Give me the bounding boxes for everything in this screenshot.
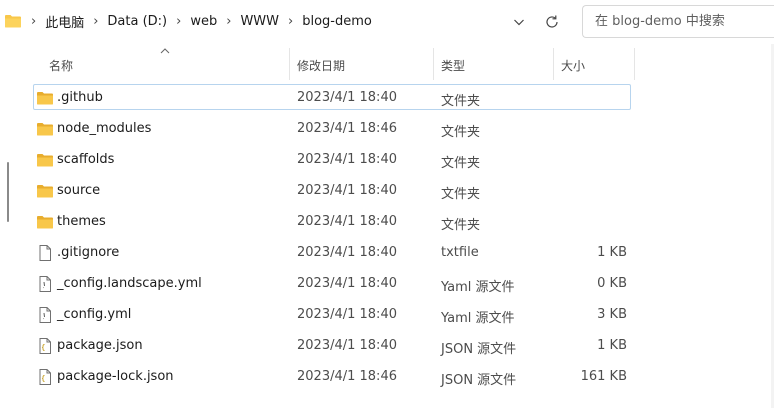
json-file-icon [39, 338, 51, 354]
column-header-type[interactable]: 类型 [441, 44, 465, 86]
file-row[interactable]: source 2023/4/1 18:40 文件夹 [33, 177, 631, 203]
yaml-file-icon [39, 307, 51, 323]
file-type: Yaml 源文件 [441, 311, 515, 326]
file-row[interactable]: _config.yml 2023/4/1 18:40 Yaml 源文件 3 KB [33, 301, 631, 327]
file-name: .github [57, 90, 103, 105]
file-date: 2023/4/1 18:40 [297, 152, 397, 167]
breadcrumb: › 此电脑 › Data (D:) › web › WWW › blog-dem… [22, 4, 372, 39]
file-type: 文件夹 [441, 94, 481, 109]
file-name: node_modules [57, 121, 152, 136]
search-box[interactable] [582, 5, 774, 38]
file-date: 2023/4/1 18:40 [297, 307, 397, 322]
folder-icon [37, 92, 53, 105]
file-date: 2023/4/1 18:40 [297, 214, 397, 229]
file-type: Yaml 源文件 [441, 280, 515, 295]
file-row[interactable]: node_modules 2023/4/1 18:46 文件夹 [33, 115, 631, 141]
navigation-bar: › 此电脑 › Data (D:) › web › WWW › blog-dem… [0, 0, 774, 44]
file-icon [39, 245, 51, 261]
folder-icon [37, 185, 53, 198]
column-header-row: 名称 修改日期 类型 大小 [12, 44, 774, 86]
file-type: 文件夹 [441, 187, 481, 202]
chevron-right-icon[interactable]: › [93, 14, 98, 29]
file-date: 2023/4/1 18:46 [297, 369, 397, 384]
file-size: 1 KB [597, 338, 627, 353]
file-row[interactable]: _config.landscape.yml 2023/4/1 18:40 Yam… [33, 270, 631, 296]
search-input[interactable] [593, 6, 768, 37]
chevron-down-icon[interactable] [510, 13, 528, 31]
file-type: JSON 源文件 [441, 373, 517, 388]
folder-icon [37, 123, 53, 136]
file-name: package-lock.json [57, 369, 174, 384]
file-name: scaffolds [57, 152, 115, 167]
file-date: 2023/4/1 18:40 [297, 338, 397, 353]
file-type: 文件夹 [441, 156, 481, 171]
column-header-size[interactable]: 大小 [561, 44, 585, 86]
json-file-icon [39, 369, 51, 385]
breadcrumb-item-www[interactable]: WWW [240, 14, 279, 29]
refresh-icon[interactable] [543, 13, 561, 31]
breadcrumb-item-data-drive[interactable]: Data (D:) [107, 14, 167, 29]
file-date: 2023/4/1 18:46 [297, 121, 397, 136]
folder-icon [37, 154, 53, 167]
file-row[interactable]: scaffolds 2023/4/1 18:40 文件夹 [33, 146, 631, 172]
chevron-right-icon[interactable]: › [288, 14, 293, 29]
file-size: 3 KB [597, 307, 627, 322]
column-header-date[interactable]: 修改日期 [297, 44, 345, 86]
folder-icon [5, 15, 21, 28]
column-divider[interactable] [289, 48, 290, 80]
file-type: JSON 源文件 [441, 342, 517, 357]
chevron-right-icon[interactable]: › [176, 14, 181, 29]
file-row[interactable]: .github 2023/4/1 18:40 文件夹 [33, 84, 631, 110]
file-size: 0 KB [597, 276, 627, 291]
file-date: 2023/4/1 18:40 [297, 276, 397, 291]
folder-icon [37, 216, 53, 229]
file-name: themes [57, 214, 106, 229]
file-type: txtfile [441, 245, 479, 260]
chevron-right-icon[interactable]: › [31, 14, 36, 29]
navigation-pane-edge [0, 44, 12, 408]
yaml-file-icon [39, 276, 51, 292]
file-date: 2023/4/1 18:40 [297, 183, 397, 198]
file-row[interactable]: .gitignore 2023/4/1 18:40 txtfile 1 KB [33, 239, 631, 265]
file-name: _config.yml [57, 307, 132, 322]
file-type: 文件夹 [441, 125, 481, 140]
address-bar[interactable]: › 此电脑 › Data (D:) › web › WWW › blog-dem… [0, 4, 570, 39]
file-row[interactable]: package.json 2023/4/1 18:40 JSON 源文件 1 K… [33, 332, 631, 358]
file-name: _config.landscape.yml [57, 276, 202, 291]
file-name: source [57, 183, 101, 198]
file-size: 161 KB [580, 369, 627, 384]
column-divider[interactable] [433, 48, 434, 80]
chevron-right-icon[interactable]: › [226, 14, 231, 29]
column-divider[interactable] [634, 48, 635, 80]
file-size: 1 KB [597, 245, 627, 260]
file-name: .gitignore [57, 245, 120, 260]
file-name: package.json [57, 338, 143, 353]
file-date: 2023/4/1 18:40 [297, 90, 397, 105]
breadcrumb-item-blog-demo[interactable]: blog-demo [302, 14, 372, 29]
file-type: 文件夹 [441, 218, 481, 233]
navigation-pane-scrollbar[interactable] [7, 162, 9, 222]
column-header-name[interactable]: 名称 [49, 44, 73, 86]
column-divider[interactable] [553, 48, 554, 80]
breadcrumb-item-web[interactable]: web [190, 14, 217, 29]
file-date: 2023/4/1 18:40 [297, 245, 397, 260]
sort-ascending-icon [160, 48, 170, 54]
file-row[interactable]: package-lock.json 2023/4/1 18:46 JSON 源文… [33, 363, 631, 389]
file-row[interactable]: themes 2023/4/1 18:40 文件夹 [33, 208, 631, 234]
breadcrumb-item-this-pc[interactable]: 此电脑 [45, 12, 84, 31]
